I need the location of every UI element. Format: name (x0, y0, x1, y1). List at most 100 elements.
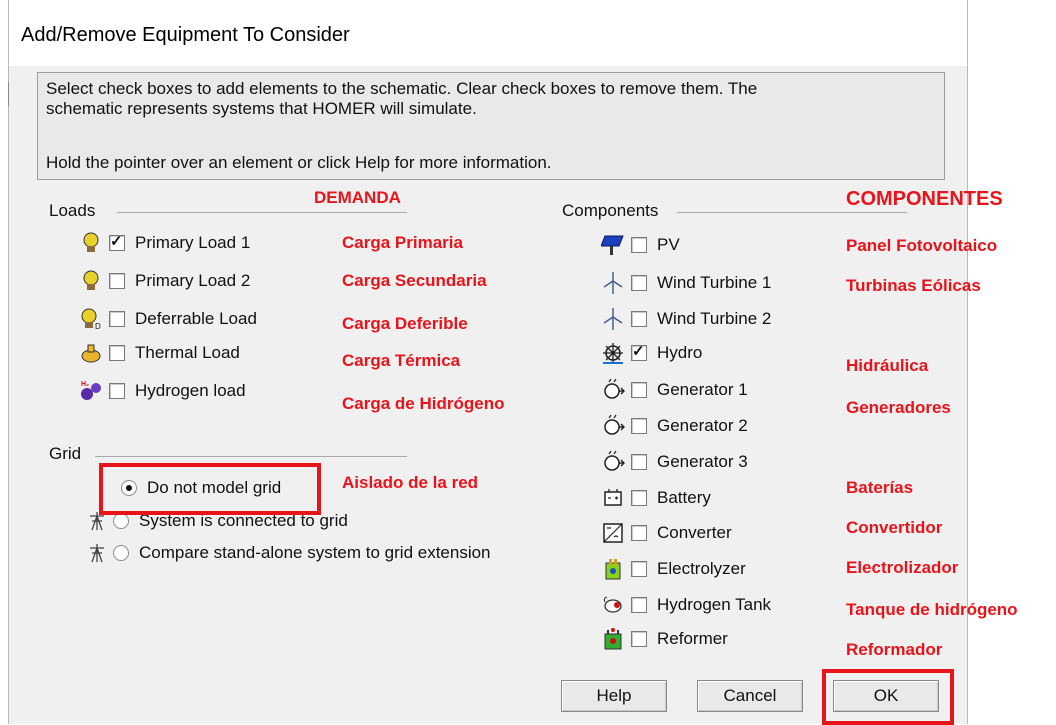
load-row-primary-2[interactable]: Primary Load 2 (77, 268, 250, 294)
wind-turbine-icon (599, 270, 627, 296)
generator-1-label: Generator 1 (657, 380, 748, 399)
wind-turbine-1-label: Wind Turbine 1 (657, 273, 772, 292)
annotation-convertidor: Convertidor (846, 518, 943, 537)
component-row-hydro[interactable]: Hydro (599, 340, 702, 366)
thermal-load-checkbox[interactable] (109, 345, 125, 361)
annotation-demanda: DEMANDA (314, 188, 401, 207)
help-button[interactable]: Help (561, 680, 667, 712)
cancel-button[interactable]: Cancel (697, 680, 803, 712)
component-row-pv[interactable]: PV (599, 232, 680, 258)
annotation-carga-deferible: Carga Deferible (342, 314, 468, 333)
grid-tower-icon (83, 540, 111, 566)
highlight-ok-button (822, 669, 954, 725)
connected-to-grid-radio[interactable] (113, 513, 129, 529)
primary-load-icon (77, 230, 105, 256)
svg-text:H₂: H₂ (81, 381, 89, 388)
component-row-hydrogen-tank[interactable]: Hydrogen Tank (599, 592, 771, 618)
thermal-load-icon (77, 340, 105, 366)
component-row-wind-2[interactable]: Wind Turbine 2 (599, 306, 771, 332)
annotation-baterias: Baterías (846, 478, 914, 497)
annotation-panel-fotovoltaico: Panel Fotovoltaico (846, 236, 998, 255)
annotation-reformador: Reformador (846, 640, 943, 659)
hydro-checkbox[interactable] (631, 342, 647, 361)
reformer-icon (599, 626, 627, 652)
component-row-wind-1[interactable]: Wind Turbine 1 (599, 270, 771, 296)
component-row-battery[interactable]: Battery (599, 485, 711, 511)
primary-load-1-label: Primary Load 1 (135, 233, 251, 252)
grid-group-divider (95, 456, 407, 457)
highlight-do-not-model-grid (99, 463, 321, 515)
converter-label: Converter (657, 523, 732, 542)
pv-checkbox[interactable] (631, 237, 647, 253)
wind-turbine-2-checkbox[interactable] (631, 311, 647, 327)
generator-icon (599, 377, 627, 403)
load-row-hydrogen[interactable]: H₂ Hydrogen load (77, 378, 246, 404)
equipment-dialog: Add/Remove Equipment To Consider Select … (8, 0, 968, 724)
generator-icon (599, 449, 627, 475)
component-row-generator-3[interactable]: Generator 3 (599, 449, 748, 475)
electrolyzer-icon (599, 556, 627, 582)
load-row-primary-1[interactable]: Primary Load 1 (77, 230, 250, 256)
converter-icon (599, 520, 627, 546)
battery-checkbox[interactable] (631, 490, 647, 506)
components-group-label: Components (562, 201, 659, 220)
load-row-thermal[interactable]: Thermal Load (77, 340, 240, 366)
annotation-hidraulica: Hidráulica (846, 356, 929, 375)
battery-label: Battery (657, 488, 711, 507)
compare-grid-extension-radio[interactable] (113, 545, 129, 561)
wind-turbine-2-label: Wind Turbine 2 (657, 309, 772, 328)
background-window-edge (0, 82, 9, 106)
hydrogen-load-label: Hydrogen load (135, 381, 246, 400)
load-row-deferrable[interactable]: D Deferrable Load (77, 306, 257, 332)
annotation-carga-termica: Carga Térmica (342, 351, 461, 370)
annotation-turbinas-eolicas: Turbinas Eólicas (846, 276, 981, 295)
converter-checkbox[interactable] (631, 525, 647, 541)
primary-load-2-checkbox[interactable] (109, 273, 125, 289)
title-bar: Add/Remove Equipment To Consider (9, 0, 967, 66)
hydro-icon (599, 340, 627, 366)
loads-group-label: Loads (49, 201, 96, 220)
electrolyzer-label: Electrolyzer (657, 559, 746, 578)
grid-option-compare[interactable]: Compare stand-alone system to grid exten… (83, 540, 491, 566)
component-row-generator-2[interactable]: Generator 2 (599, 413, 748, 439)
pv-panel-icon (599, 232, 627, 258)
instructions-line-1: Select check boxes to add elements to th… (46, 79, 758, 98)
background-edge (0, 0, 8, 724)
reformer-label: Reformer (657, 629, 728, 648)
hydrogen-load-icon: H₂ (77, 378, 105, 404)
grid-group-label: Grid (49, 444, 82, 463)
annotation-carga-secundaria: Carga Secundaria (342, 271, 487, 290)
reformer-checkbox[interactable] (631, 631, 647, 647)
hydro-label: Hydro (657, 343, 703, 362)
dialog-title: Add/Remove Equipment To Consider (21, 24, 350, 46)
generator-1-checkbox[interactable] (631, 382, 647, 398)
svg-text:D: D (95, 322, 101, 330)
component-row-generator-1[interactable]: Generator 1 (599, 377, 748, 403)
loads-group-divider (117, 212, 407, 213)
instructions-line-2: schematic represents systems that HOMER … (46, 99, 477, 118)
hydrogen-load-checkbox[interactable] (109, 383, 125, 399)
annotation-carga-hidrogeno: Carga de Hidrógeno (342, 394, 505, 413)
annotation-carga-primaria: Carga Primaria (342, 233, 463, 252)
thermal-load-label: Thermal Load (135, 343, 240, 362)
wind-turbine-icon (599, 306, 627, 332)
hydrogen-tank-icon (599, 592, 627, 618)
primary-load-1-checkbox[interactable] (109, 232, 125, 251)
deferrable-load-label: Deferrable Load (135, 309, 257, 328)
hydrogen-tank-checkbox[interactable] (631, 597, 647, 613)
instructions-line-3: Hold the pointer over an element or clic… (46, 153, 552, 172)
generator-3-checkbox[interactable] (631, 454, 647, 470)
deferrable-load-checkbox[interactable] (109, 311, 125, 327)
instructions-panel: Select check boxes to add elements to th… (37, 72, 945, 180)
generator-2-checkbox[interactable] (631, 418, 647, 434)
compare-grid-extension-label: Compare stand-alone system to grid exten… (139, 543, 491, 562)
component-row-converter[interactable]: Converter (599, 520, 732, 546)
wind-turbine-1-checkbox[interactable] (631, 275, 647, 291)
battery-icon (599, 485, 627, 511)
component-row-electrolyzer[interactable]: Electrolyzer (599, 556, 746, 582)
generator-3-label: Generator 3 (657, 452, 748, 471)
electrolyzer-checkbox[interactable] (631, 561, 647, 577)
generator-2-label: Generator 2 (657, 416, 748, 435)
component-row-reformer[interactable]: Reformer (599, 626, 728, 652)
annotation-tanque-hidrogeno: Tanque de hidrógeno (846, 600, 1018, 619)
